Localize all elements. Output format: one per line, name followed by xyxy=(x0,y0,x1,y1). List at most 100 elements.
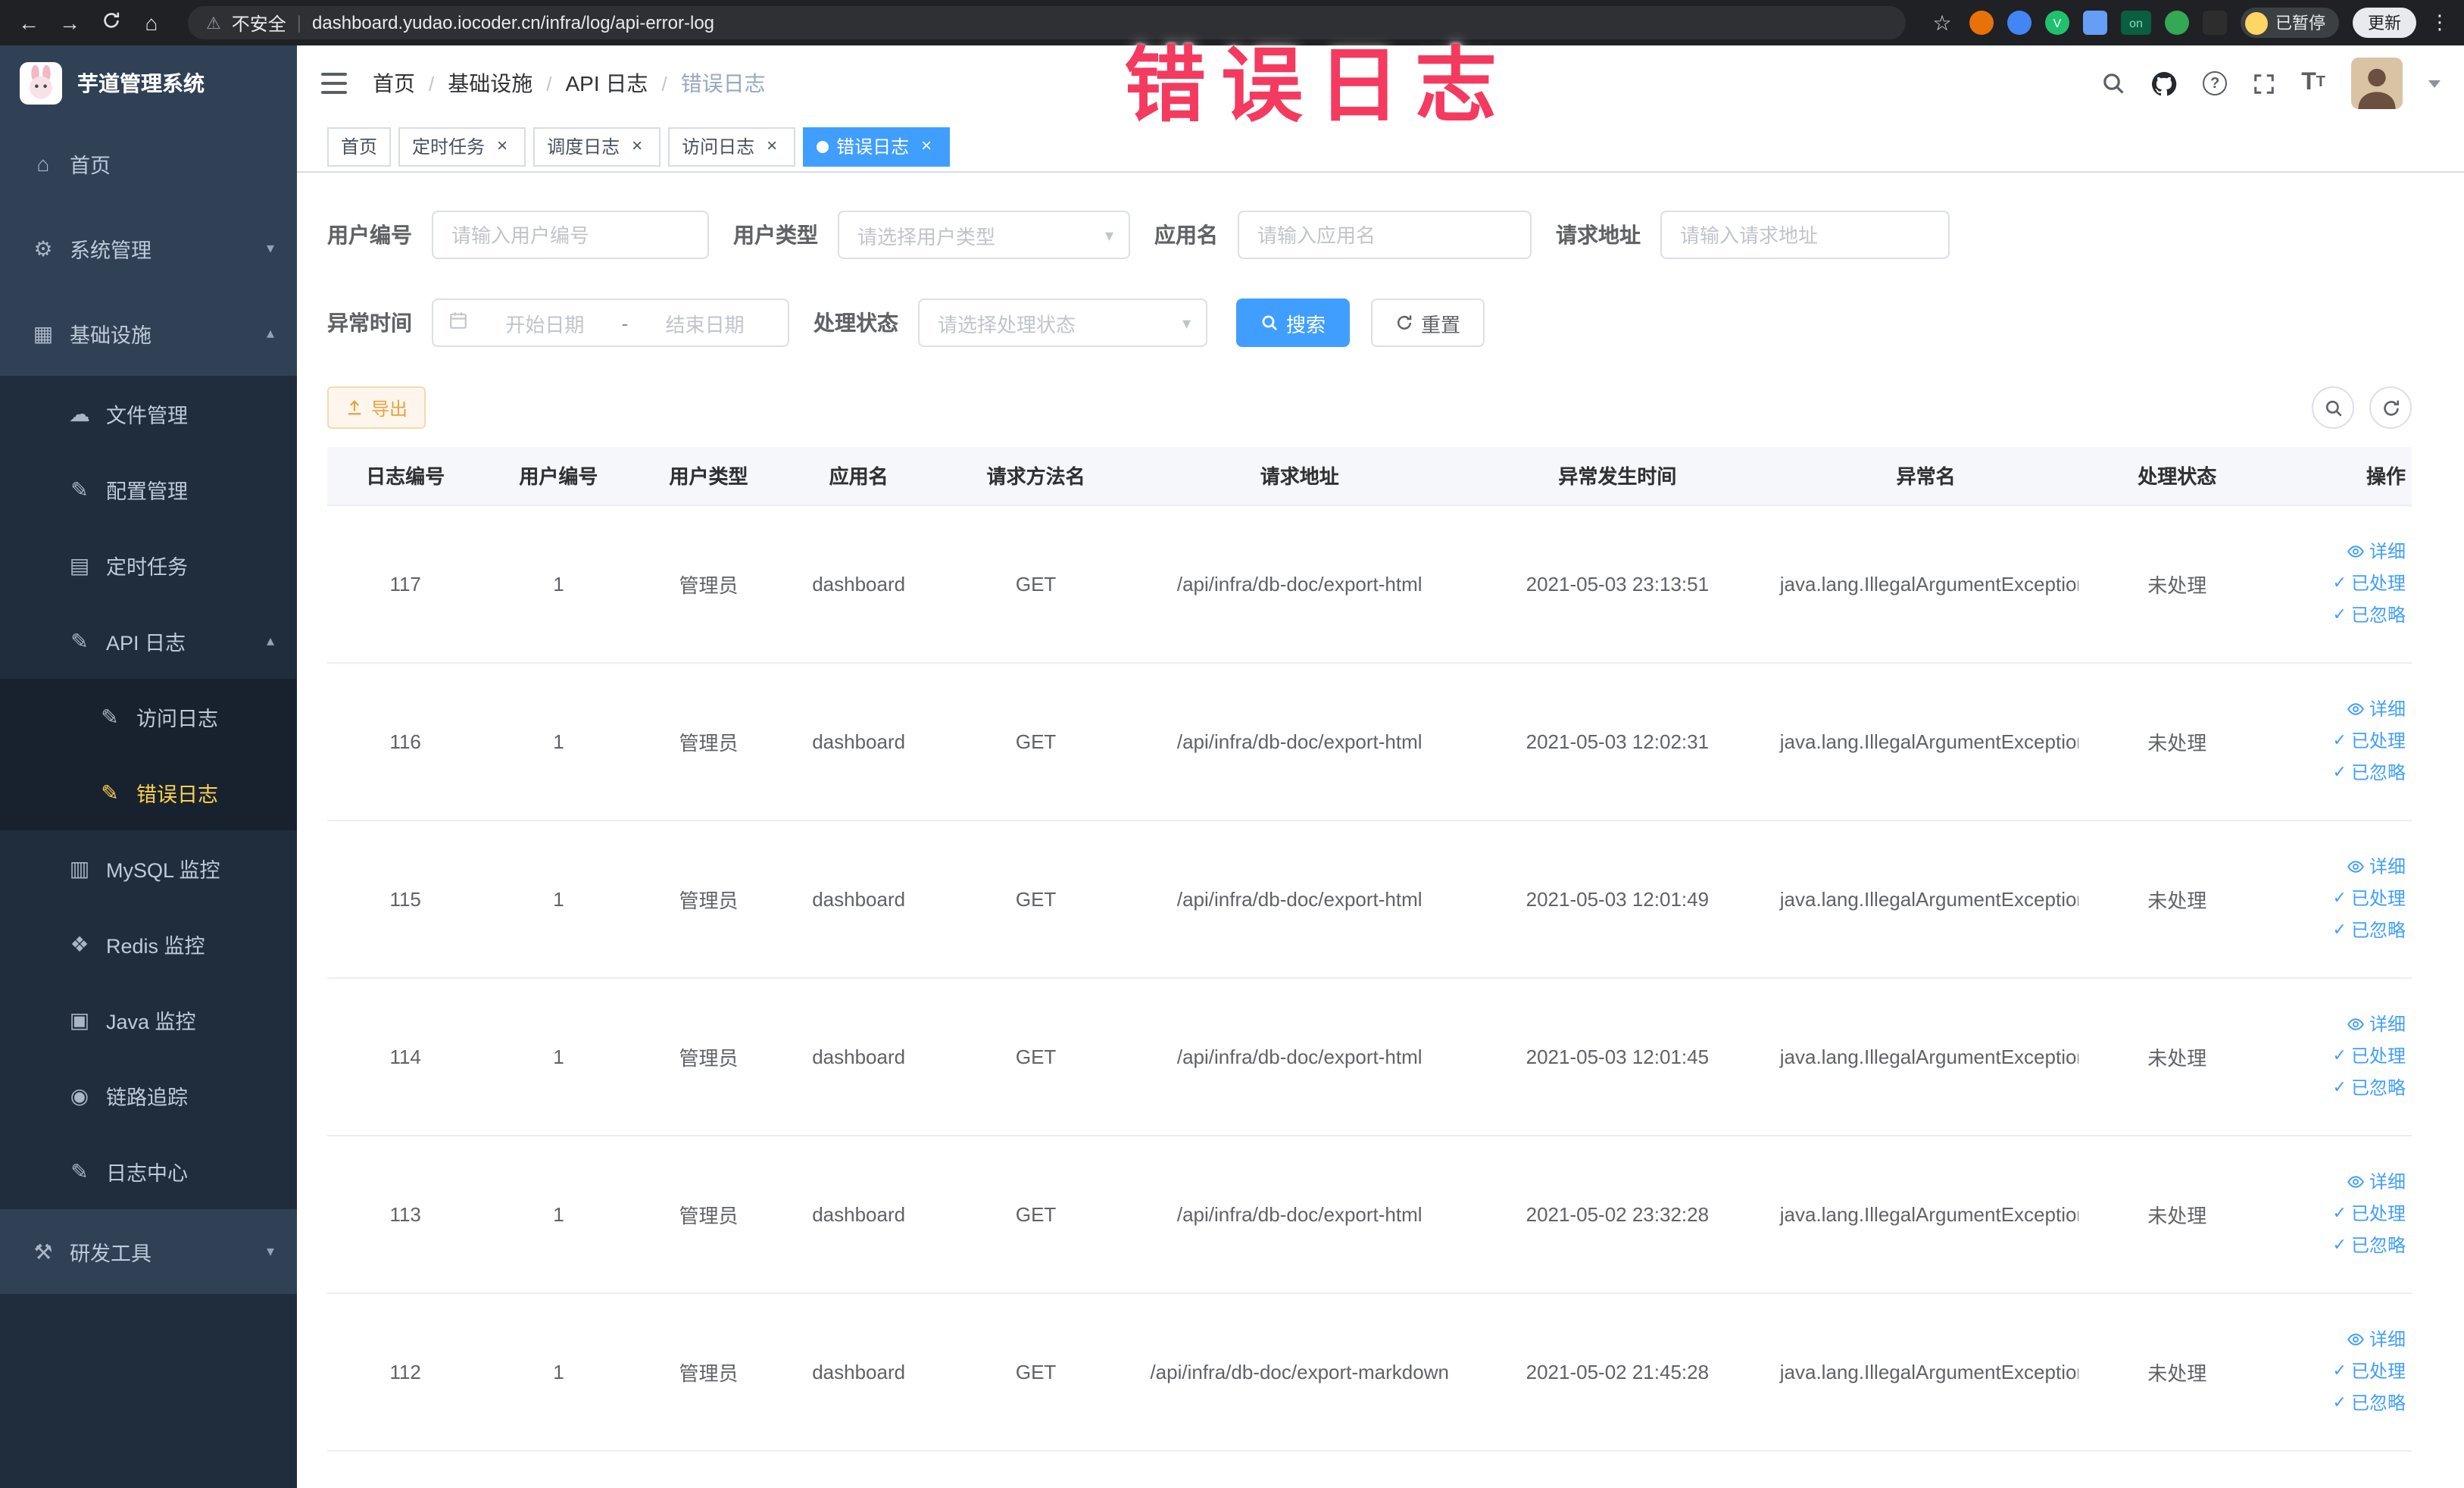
cell-user-type: 管理员 xyxy=(633,1293,784,1451)
detail-link[interactable]: 详细 xyxy=(2282,1324,2406,1355)
sidebar-item-access-log[interactable]: ✎ 访问日志 xyxy=(0,679,297,755)
close-icon[interactable]: × xyxy=(762,136,782,156)
detail-link[interactable]: 详细 xyxy=(2282,693,2406,725)
export-button[interactable]: 导出 xyxy=(327,386,426,429)
mark-processed-link[interactable]: ✓ 已处理 xyxy=(2282,725,2406,757)
sidebar-item-infra[interactable]: ▦ 基础设施 ▴ xyxy=(0,291,297,376)
tab-access-log[interactable]: 访问日志 × xyxy=(668,127,796,166)
sidebar-item-java-monitor[interactable]: ▣ Java 监控 xyxy=(0,982,297,1058)
extension-icon[interactable] xyxy=(2203,11,2227,35)
bookmark-star-icon[interactable]: ☆ xyxy=(1928,10,1956,36)
ignored-link-label: 已忽略 xyxy=(2350,604,2406,625)
ignored-link-label: 已忽略 xyxy=(2350,919,2406,940)
layers-icon: ❖ xyxy=(70,931,89,955)
table-row: 115 1 管理员 dashboard GET /api/infra/db-do… xyxy=(327,820,2412,978)
toggle-search-button[interactable] xyxy=(2312,386,2354,429)
user-avatar[interactable] xyxy=(2351,58,2403,109)
help-icon[interactable]: ? xyxy=(2203,71,2228,95)
tab-cron-job[interactable]: 定时任务 × xyxy=(398,127,526,166)
refresh-button[interactable] xyxy=(2369,386,2412,429)
search-icon[interactable] xyxy=(2101,71,2125,95)
cell-exception-name: java.lang.IllegalArgumentException xyxy=(1773,1293,2078,1451)
font-size-icon[interactable]: TT xyxy=(2301,70,2325,95)
extension-icon[interactable]: on xyxy=(2121,11,2151,35)
user-type-select[interactable]: 请选择用户类型 ▾ xyxy=(838,211,1130,259)
reload-icon[interactable] xyxy=(97,11,124,35)
browser-menu-icon[interactable]: ⋮ xyxy=(2430,11,2450,35)
sidebar-item-config-manage[interactable]: ✎ 配置管理 xyxy=(0,452,297,527)
detail-link[interactable]: 详细 xyxy=(2282,536,2406,567)
forward-icon[interactable]: → xyxy=(56,11,83,35)
app-logo[interactable]: 芋道管理系统 xyxy=(0,45,297,121)
app-name-input[interactable] xyxy=(1238,211,1532,259)
mark-ignored-link[interactable]: ✓ 已忽略 xyxy=(2282,1230,2406,1261)
sidebar-item-redis-monitor[interactable]: ❖ Redis 监控 xyxy=(0,906,297,982)
detail-link[interactable]: 详细 xyxy=(2282,1008,2406,1040)
col-exception-name: 异常名 xyxy=(1773,447,2078,505)
user-id-input[interactable] xyxy=(432,211,709,259)
mark-ignored-link[interactable]: ✓ 已忽略 xyxy=(2282,914,2406,946)
cell-exception-time: 2021-05-03 12:01:49 xyxy=(1460,820,1774,978)
end-date-placeholder[interactable]: 结束日期 xyxy=(637,308,773,337)
col-exception-time: 异常发生时间 xyxy=(1460,447,1774,505)
collapse-sidebar-icon[interactable] xyxy=(321,73,347,94)
extension-icon[interactable] xyxy=(1969,11,1994,35)
close-icon[interactable]: × xyxy=(492,136,512,156)
sidebar-item-api-log[interactable]: ✎ API 日志 ▴ xyxy=(0,603,297,679)
mark-processed-link[interactable]: ✓ 已处理 xyxy=(2282,567,2406,599)
address-bar[interactable]: ⚠ 不安全 | dashboard.yudao.iocoder.cn/infra… xyxy=(188,6,1906,39)
filter-row-1: 用户编号 用户类型 请选择用户类型 ▾ 应用名 请求地址 xyxy=(327,211,2412,259)
sidebar-item-error-log[interactable]: ✎ 错误日志 xyxy=(0,755,297,830)
mark-ignored-link[interactable]: ✓ 已忽略 xyxy=(2282,1072,2406,1104)
extension-icon[interactable]: V xyxy=(2045,11,2069,35)
reset-button[interactable]: 重置 xyxy=(1371,299,1485,347)
sidebar-item-devtools[interactable]: ⚒ 研发工具 ▾ xyxy=(0,1209,297,1294)
tab-schedule-log[interactable]: 调度日志 × xyxy=(533,127,661,166)
tab-home[interactable]: 首页 xyxy=(327,127,392,166)
extension-icon[interactable] xyxy=(2083,11,2107,35)
close-icon[interactable]: × xyxy=(627,136,647,156)
sidebar-item-cron-job[interactable]: ▤ 定时任务 xyxy=(0,527,297,603)
cell-request-url: /api/infra/db-doc/export-markdown xyxy=(1138,1293,1461,1451)
sidebar-item-trace[interactable]: ◉ 链路追踪 xyxy=(0,1058,297,1133)
mark-ignored-link[interactable]: ✓ 已忽略 xyxy=(2282,757,2406,789)
sidebar-item-mysql-monitor[interactable]: ▥ MySQL 监控 xyxy=(0,830,297,906)
mark-processed-link[interactable]: ✓ 已处理 xyxy=(2282,1040,2406,1072)
github-icon[interactable] xyxy=(2151,70,2177,96)
sidebar-item-home[interactable]: ⌂ 首页 xyxy=(0,121,297,206)
sidebar-item-system[interactable]: ⚙ 系统管理 ▾ xyxy=(0,206,297,291)
detail-link[interactable]: 详细 xyxy=(2282,851,2406,883)
processed-link-label: 已处理 xyxy=(2350,1360,2406,1381)
start-date-placeholder[interactable]: 开始日期 xyxy=(477,308,613,337)
fullscreen-icon[interactable] xyxy=(2253,72,2275,95)
extension-icon[interactable] xyxy=(2165,11,2189,35)
caret-down-icon[interactable] xyxy=(2428,80,2441,87)
breadcrumb-item[interactable]: API 日志 xyxy=(566,68,648,98)
detail-link[interactable]: 详细 xyxy=(2282,1166,2406,1198)
eye-icon xyxy=(2347,1333,2364,1346)
page-url[interactable]: dashboard.yudao.iocoder.cn/infra/log/api… xyxy=(312,12,714,33)
sidebar-item-log-center[interactable]: ✎ 日志中心 xyxy=(0,1133,297,1209)
cell-app-name: dashboard xyxy=(783,820,934,978)
update-button[interactable]: 更新 xyxy=(2353,8,2416,38)
mark-processed-link[interactable]: ✓ 已处理 xyxy=(2282,1198,2406,1230)
mark-ignored-link[interactable]: ✓ 已忽略 xyxy=(2282,1387,2406,1419)
breadcrumb-item[interactable]: 首页 xyxy=(373,68,415,98)
request-url-input[interactable] xyxy=(1660,211,1950,259)
mark-processed-link[interactable]: ✓ 已处理 xyxy=(2282,1355,2406,1387)
search-button[interactable]: 搜索 xyxy=(1236,299,1351,347)
process-status-select[interactable]: 请选择处理状态 ▾ xyxy=(918,299,1207,347)
tab-error-log[interactable]: 错误日志 × xyxy=(803,127,951,166)
sidebar-item-file-manage[interactable]: ☁ 文件管理 xyxy=(0,376,297,452)
exception-time-range-picker[interactable]: 开始日期 - 结束日期 xyxy=(432,299,789,347)
mark-processed-link[interactable]: ✓ 已处理 xyxy=(2282,883,2406,914)
home-nav-icon[interactable]: ⌂ xyxy=(138,11,165,35)
ignored-link-label: 已忽略 xyxy=(2350,1234,2406,1255)
breadcrumb-item[interactable]: 基础设施 xyxy=(448,68,532,98)
close-icon[interactable]: × xyxy=(917,136,936,156)
back-icon[interactable]: ← xyxy=(15,11,42,35)
extension-icon[interactable] xyxy=(2007,11,2031,35)
mark-ignored-link[interactable]: ✓ 已忽略 xyxy=(2282,599,2406,631)
profile-chip[interactable]: 已暂停 xyxy=(2241,8,2339,38)
security-label[interactable]: 不安全 xyxy=(232,10,286,36)
